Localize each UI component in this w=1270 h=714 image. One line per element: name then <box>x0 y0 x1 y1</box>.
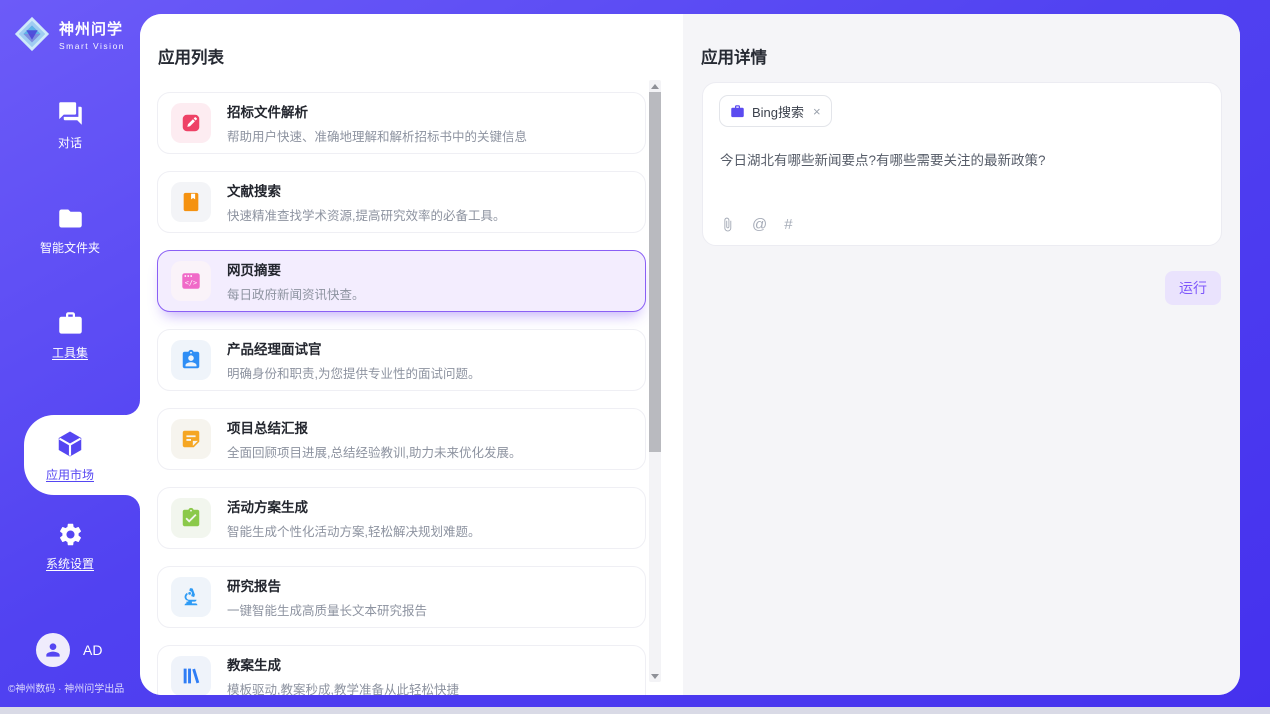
sidebar-item-label: 系统设置 <box>46 555 94 572</box>
app-card-2[interactable]: 文献搜索快速精准查找学术资源,提高研究效率的必备工具。 <box>157 171 646 233</box>
app-card-description: 一键智能生成高质量长文本研究报告 <box>227 600 427 619</box>
sidebar-item-chat[interactable]: 对话 <box>0 100 140 151</box>
app-card-title: 活动方案生成 <box>227 496 480 516</box>
run-button[interactable]: 运行 <box>1165 271 1221 305</box>
app-detail-panel: 应用详情 Bing搜索 × 今日湖北有哪些新闻要点?有哪些需要关注的最新政策? … <box>683 14 1240 695</box>
sidebar-item-label: 应用市场 <box>46 466 94 483</box>
app-card-title: 网页摘要 <box>227 259 365 279</box>
app-card-description: 模板驱动,教案秒成,教学准备从此轻松快捷 <box>227 679 459 695</box>
chat-icon <box>57 100 84 127</box>
interviewer-icon <box>171 340 211 380</box>
close-icon[interactable]: × <box>813 104 821 119</box>
microscope-icon <box>171 577 211 617</box>
brand-name: 神州问学 <box>59 18 125 39</box>
sidebar-nav: 对话智能文件夹工具集应用市场系统设置 <box>0 100 140 626</box>
at-mention-icon[interactable]: @ <box>752 217 767 232</box>
tool-tag-label: Bing搜索 <box>752 102 804 121</box>
app-card-3[interactable]: </> 网页摘要每日政府新闻资讯快查。 <box>157 250 646 312</box>
hashtag-icon[interactable]: # <box>784 217 792 232</box>
app-card-title: 研究报告 <box>227 575 427 595</box>
app-card-description: 帮助用户快速、准确地理解和解析招标书中的关键信息 <box>227 126 527 145</box>
sidebar-item-settings[interactable]: 系统设置 <box>0 521 140 572</box>
app-card-list: 招标文件解析帮助用户快速、准确地理解和解析招标书中的关键信息文献搜索快速精准查找… <box>157 92 646 695</box>
scroll-up-icon[interactable] <box>649 81 661 91</box>
brand-subtitle: Smart Vision <box>59 41 125 51</box>
app-card-description: 明确身份和职责,为您提供专业性的面试问题。 <box>227 363 480 382</box>
brand-logo: 神州问学 Smart Vision <box>0 0 140 53</box>
user-row[interactable]: AD <box>36 633 102 667</box>
sidebar-item-app-market[interactable]: 应用市场 <box>24 415 140 495</box>
diamond-logo-icon <box>13 15 51 53</box>
svg-text:</>: </> <box>185 279 197 287</box>
scroll-down-icon[interactable] <box>649 671 661 681</box>
person-icon <box>43 640 63 660</box>
sidebar-item-folders[interactable]: 智能文件夹 <box>0 205 140 256</box>
app-card-4[interactable]: 产品经理面试官明确身份和职责,为您提供专业性的面试问题。 <box>157 329 646 391</box>
app-frame: 神州问学 Smart Vision 对话智能文件夹工具集应用市场系统设置 AD … <box>0 0 1270 707</box>
cube-icon <box>55 429 85 459</box>
webpage-icon: </> <box>171 261 211 301</box>
app-card-title: 教案生成 <box>227 654 459 674</box>
app-card-8[interactable]: 教案生成模板驱动,教案秒成,教学准备从此轻松快捷 <box>157 645 646 695</box>
sidebar-item-label: 对话 <box>58 134 82 151</box>
app-card-title: 项目总结汇报 <box>227 417 521 437</box>
sidebar: 神州问学 Smart Vision 对话智能文件夹工具集应用市场系统设置 AD … <box>0 0 140 707</box>
app-list-panel: 应用列表 招标文件解析帮助用户快速、准确地理解和解析招标书中的关键信息文献搜索快… <box>140 14 683 695</box>
avatar[interactable] <box>36 633 70 667</box>
attachment-toolbar: @ # <box>720 217 793 232</box>
edit-icon <box>171 103 211 143</box>
app-card-title: 产品经理面试官 <box>227 338 480 358</box>
clipboard-check-icon <box>171 498 211 538</box>
app-card-description: 智能生成个性化活动方案,轻松解决规划难题。 <box>227 521 480 540</box>
app-card-title: 文献搜索 <box>227 180 505 200</box>
main-content: 应用列表 招标文件解析帮助用户快速、准确地理解和解析招标书中的关键信息文献搜索快… <box>140 14 1240 695</box>
app-detail-title: 应用详情 <box>683 14 1240 68</box>
app-card-description: 每日政府新闻资讯快查。 <box>227 284 365 303</box>
app-card-description: 全面回顾项目进展,总结经验教训,助力未来优化发展。 <box>227 442 521 461</box>
paperclip-icon[interactable] <box>720 217 735 232</box>
gear-icon <box>57 521 84 548</box>
memo-icon <box>171 419 211 459</box>
folder-icon <box>57 205 84 232</box>
sidebar-item-label: 工具集 <box>52 344 88 361</box>
app-card-title: 招标文件解析 <box>227 101 527 121</box>
briefcase-icon <box>730 104 745 119</box>
copyright-text: ©神州数码 · 神州问学出品 <box>8 680 140 695</box>
app-card-6[interactable]: 活动方案生成智能生成个性化活动方案,轻松解决规划难题。 <box>157 487 646 549</box>
query-input-card[interactable]: Bing搜索 × 今日湖北有哪些新闻要点?有哪些需要关注的最新政策? @ # <box>702 82 1222 246</box>
books-icon <box>171 656 211 695</box>
sidebar-item-label: 智能文件夹 <box>40 239 100 256</box>
query-text[interactable]: 今日湖北有哪些新闻要点?有哪些需要关注的最新政策? <box>720 151 1205 171</box>
app-card-7[interactable]: 研究报告一键智能生成高质量长文本研究报告 <box>157 566 646 628</box>
app-card-1[interactable]: 招标文件解析帮助用户快速、准确地理解和解析招标书中的关键信息 <box>157 92 646 154</box>
app-card-5[interactable]: 项目总结汇报全面回顾项目进展,总结经验教训,助力未来优化发展。 <box>157 408 646 470</box>
app-card-description: 快速精准查找学术资源,提高研究效率的必备工具。 <box>227 205 505 224</box>
user-initials: AD <box>83 642 102 658</box>
scrollbar[interactable] <box>649 80 661 682</box>
scrollbar-thumb[interactable] <box>649 92 661 452</box>
toolbox-icon <box>57 310 84 337</box>
app-list-title: 应用列表 <box>140 14 683 68</box>
sidebar-item-toolset[interactable]: 工具集 <box>0 310 140 361</box>
tool-tag-bing[interactable]: Bing搜索 × <box>719 95 832 127</box>
book-icon <box>171 182 211 222</box>
